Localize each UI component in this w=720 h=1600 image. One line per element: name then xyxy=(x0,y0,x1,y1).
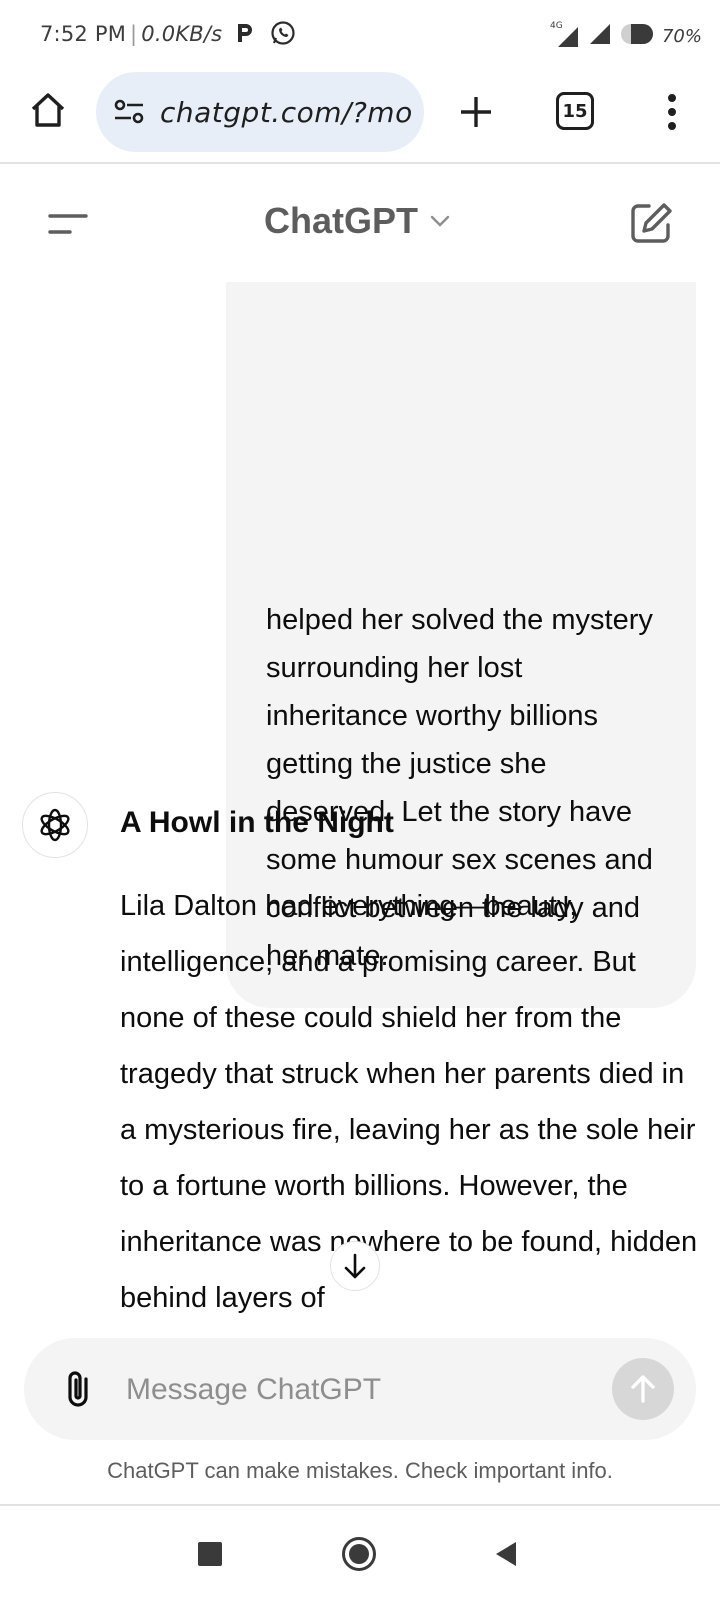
arrow-up-icon xyxy=(631,1375,655,1403)
battery-icon xyxy=(620,23,654,50)
sidebar-toggle-button[interactable] xyxy=(44,206,92,242)
network-speed: 0.0KB/s xyxy=(141,22,223,46)
battery-percent: 70% xyxy=(661,26,702,47)
disclaimer-text: ChatGPT can make mistakes. Check importa… xyxy=(107,1458,613,1483)
system-nav-bar xyxy=(0,1504,720,1600)
paperclip-icon xyxy=(68,1371,88,1407)
status-time-group: 7:52 PM | 0.0KB/s xyxy=(40,20,296,51)
signal-icon xyxy=(588,22,612,51)
back-icon[interactable] xyxy=(494,1540,518,1568)
conversation[interactable]: helped her solved the mystery surroundin… xyxy=(0,282,720,1328)
tab-switcher-button[interactable]: 15 xyxy=(556,92,594,130)
status-right: 4G 70% xyxy=(550,21,702,51)
system-home-icon[interactable] xyxy=(341,1536,377,1572)
openai-logo-icon xyxy=(40,808,70,842)
response-heading: A Howl in the Night xyxy=(120,806,394,839)
address-bar[interactable]: chatgpt.com/?mo xyxy=(96,72,424,152)
tab-count: 15 xyxy=(562,100,588,122)
plus-icon xyxy=(461,97,491,127)
home-button[interactable] xyxy=(26,88,70,132)
home-icon xyxy=(31,93,65,127)
chat-header: ChatGPT xyxy=(0,166,720,282)
new-chat-icon xyxy=(631,203,672,243)
sidebar-menu-icon xyxy=(48,214,88,234)
url-text: chatgpt.com/?mo xyxy=(160,95,413,129)
status-time: 7:52 PM xyxy=(40,22,127,46)
signal-4g-icon: 4G xyxy=(550,21,580,49)
attach-button[interactable] xyxy=(60,1368,100,1410)
browser-toolbar: chatgpt.com/?mo 15 xyxy=(0,68,720,164)
whatsapp-icon xyxy=(270,20,296,51)
recent-apps-icon[interactable] xyxy=(198,1542,222,1566)
site-settings-icon[interactable] xyxy=(112,95,146,129)
model-selector[interactable]: ChatGPT xyxy=(264,196,452,246)
new-tab-button[interactable] xyxy=(454,90,498,134)
status-bar: 7:52 PM | 0.0KB/s 4G 70% xyxy=(0,0,720,68)
browser-menu-button[interactable] xyxy=(654,88,690,136)
response-body: Lila Dalton had everything—beauty, intel… xyxy=(120,890,698,1314)
model-title: ChatGPT xyxy=(264,200,419,241)
arrow-down-icon xyxy=(344,1253,366,1279)
message-input[interactable] xyxy=(124,1364,598,1416)
assistant-avatar xyxy=(22,792,88,858)
send-button[interactable] xyxy=(612,1358,674,1420)
new-chat-button[interactable] xyxy=(628,200,674,246)
chevron-down-icon xyxy=(430,215,450,227)
more-vert-icon xyxy=(668,94,676,130)
composer xyxy=(24,1338,696,1440)
status-separator: | xyxy=(130,22,138,46)
scroll-to-bottom-button[interactable] xyxy=(330,1241,380,1291)
parking-p-icon xyxy=(235,22,255,49)
